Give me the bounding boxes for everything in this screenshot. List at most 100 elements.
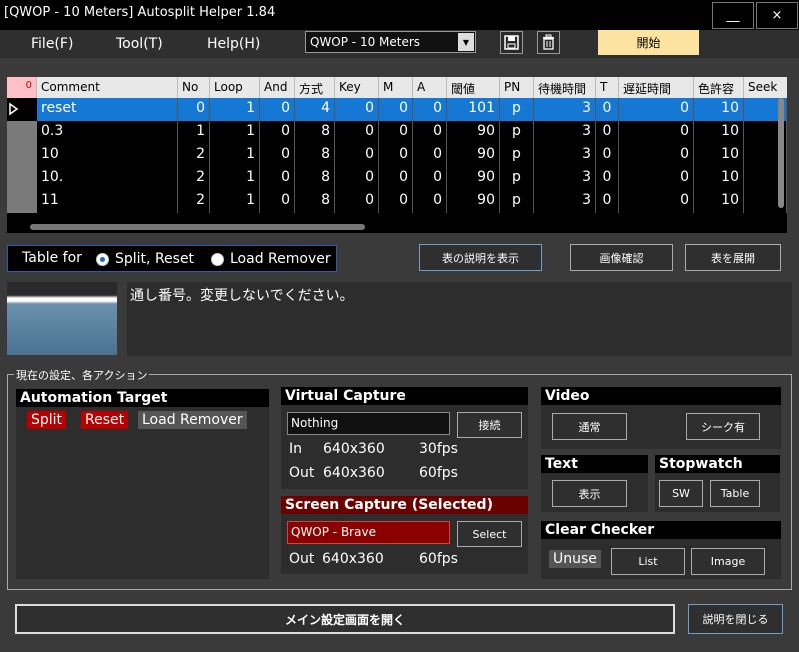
chevron-down-icon[interactable]: ▼ xyxy=(458,33,474,51)
table-row[interactable]: 11 2 1 0 8 0 0 0 90 p 3 0 0 10 xyxy=(7,190,787,213)
menu-help[interactable]: Help(H) xyxy=(207,36,260,52)
automation-split-tag[interactable]: Split xyxy=(27,411,67,429)
table-cell[interactable]: 3 xyxy=(534,98,596,121)
table-row[interactable]: 0.3 1 1 0 8 0 0 0 90 p 3 0 0 10 xyxy=(7,121,787,144)
table-cell[interactable]: 0 xyxy=(379,190,413,213)
row-header[interactable] xyxy=(7,190,37,213)
table-cell[interactable]: 0 xyxy=(596,121,619,144)
table-cell[interactable]: 10 xyxy=(694,167,744,190)
table-cell[interactable]: 3 xyxy=(534,167,596,190)
automation-reset-tag[interactable]: Reset xyxy=(81,411,129,429)
column-header[interactable]: A xyxy=(413,77,447,98)
menu-file[interactable]: File(F) xyxy=(31,36,73,52)
table-cell[interactable]: 0 xyxy=(335,121,379,144)
show-description-button[interactable]: 表の説明を表示 xyxy=(419,244,542,271)
radio-split-reset[interactable] xyxy=(96,253,109,266)
radio-split-reset-label[interactable]: Split, Reset xyxy=(115,251,194,267)
delete-button[interactable] xyxy=(537,31,560,54)
table-cell[interactable]: 0 xyxy=(335,167,379,190)
column-header[interactable]: 遅延時間 xyxy=(619,77,694,98)
table-cell[interactable]: 0 xyxy=(413,121,447,144)
clear-checker-list-button[interactable]: List xyxy=(611,548,685,575)
table-cell[interactable]: 0 xyxy=(335,98,379,121)
radio-load-remover-label[interactable]: Load Remover xyxy=(230,251,331,267)
table-cell[interactable]: 1 xyxy=(210,98,260,121)
stopwatch-table-button[interactable]: Table xyxy=(710,480,760,507)
table-cell[interactable]: 90 xyxy=(447,167,500,190)
open-main-settings-button[interactable]: メイン設定画面を開く xyxy=(15,604,675,634)
table-cell[interactable]: 0 xyxy=(260,190,295,213)
column-header[interactable]: 待機時間 xyxy=(534,77,596,98)
table-cell[interactable]: 1 xyxy=(210,190,260,213)
image-check-button[interactable]: 画像確認 xyxy=(570,244,673,271)
table-cell[interactable]: p xyxy=(500,144,534,167)
table-cell[interactable]: 4 xyxy=(295,98,335,121)
table-cell[interactable]: 8 xyxy=(295,144,335,167)
table-cell[interactable]: 8 xyxy=(295,190,335,213)
select-window-button[interactable]: Select xyxy=(457,521,522,547)
table-cell[interactable]: 0.3 xyxy=(37,121,178,144)
column-header[interactable]: Comment xyxy=(37,77,178,98)
table-cell[interactable]: 2 xyxy=(178,190,210,213)
game-select[interactable]: QWOP - 10 Meters xyxy=(305,31,476,53)
radio-load-remover[interactable] xyxy=(211,253,224,266)
video-normal-button[interactable]: 通常 xyxy=(552,413,627,440)
table-cell[interactable]: 0 xyxy=(260,121,295,144)
table-cell[interactable]: 90 xyxy=(447,144,500,167)
table-cell[interactable]: 0 xyxy=(178,98,210,121)
table-cell[interactable]: 10 xyxy=(694,121,744,144)
close-button[interactable]: × xyxy=(756,2,798,29)
row-header[interactable] xyxy=(7,167,37,190)
stopwatch-sw-button[interactable]: SW xyxy=(659,480,703,507)
table-cell[interactable]: p xyxy=(500,167,534,190)
table-cell[interactable]: 3 xyxy=(534,190,596,213)
column-header[interactable]: T xyxy=(596,77,619,98)
column-header[interactable]: 色許容 xyxy=(694,77,744,98)
table-cell[interactable]: 0 xyxy=(596,167,619,190)
table-corner[interactable]: 0 xyxy=(7,77,37,98)
column-header[interactable]: Loop xyxy=(210,77,260,98)
column-header[interactable]: 方式 xyxy=(295,77,335,98)
table-cell[interactable]: 0 xyxy=(596,144,619,167)
table-cell[interactable]: 0 xyxy=(619,190,694,213)
table-cell[interactable]: 0 xyxy=(260,167,295,190)
table-cell[interactable]: 0 xyxy=(379,98,413,121)
table-cell[interactable]: 1 xyxy=(178,121,210,144)
horizontal-scrollbar[interactable] xyxy=(30,224,365,230)
text-show-button[interactable]: 表示 xyxy=(552,480,627,507)
table-cell[interactable]: 10 xyxy=(37,144,178,167)
table-cell[interactable]: 1 xyxy=(210,144,260,167)
table-cell[interactable]: 2 xyxy=(178,144,210,167)
table-cell[interactable]: 0 xyxy=(335,144,379,167)
table-cell[interactable]: 0 xyxy=(379,121,413,144)
split-table[interactable]: 0 Comment No Loop And 方式 Key M A 閾値 PN 待… xyxy=(7,77,787,233)
table-cell[interactable]: 0 xyxy=(413,144,447,167)
table-cell[interactable]: 90 xyxy=(447,121,500,144)
table-cell[interactable]: 0 xyxy=(619,144,694,167)
table-cell[interactable]: p xyxy=(500,190,534,213)
row-header[interactable] xyxy=(7,144,37,167)
automation-load-remover-tag[interactable]: Load Remover xyxy=(138,411,247,429)
vertical-scrollbar[interactable] xyxy=(778,98,784,208)
column-header[interactable]: 閾値 xyxy=(447,77,500,98)
table-cell[interactable]: 0 xyxy=(619,167,694,190)
table-cell[interactable]: p xyxy=(500,121,534,144)
table-cell[interactable]: 0 xyxy=(379,144,413,167)
table-cell[interactable]: 10 xyxy=(694,144,744,167)
table-row[interactable]: 10 2 1 0 8 0 0 0 90 p 3 0 0 10 xyxy=(7,144,787,167)
table-cell[interactable]: 0 xyxy=(413,98,447,121)
minimize-button[interactable]: __ xyxy=(712,2,754,29)
table-cell[interactable]: 8 xyxy=(295,121,335,144)
table-cell[interactable]: 0 xyxy=(596,190,619,213)
clear-checker-image-button[interactable]: Image xyxy=(691,548,765,575)
table-cell[interactable]: reset xyxy=(37,98,178,121)
table-row[interactable]: 10. 2 1 0 8 0 0 0 90 p 3 0 0 10 xyxy=(7,167,787,190)
table-cell[interactable]: 3 xyxy=(534,144,596,167)
table-cell[interactable]: 11 xyxy=(37,190,178,213)
table-row[interactable]: reset 0 1 0 4 0 0 0 101 p 3 0 0 10 xyxy=(7,98,787,121)
table-cell[interactable]: 1 xyxy=(210,167,260,190)
table-cell[interactable]: 10 xyxy=(694,98,744,121)
table-cell[interactable]: 3 xyxy=(534,121,596,144)
video-seek-button[interactable]: シーク有 xyxy=(686,413,760,440)
save-button[interactable] xyxy=(500,31,523,54)
